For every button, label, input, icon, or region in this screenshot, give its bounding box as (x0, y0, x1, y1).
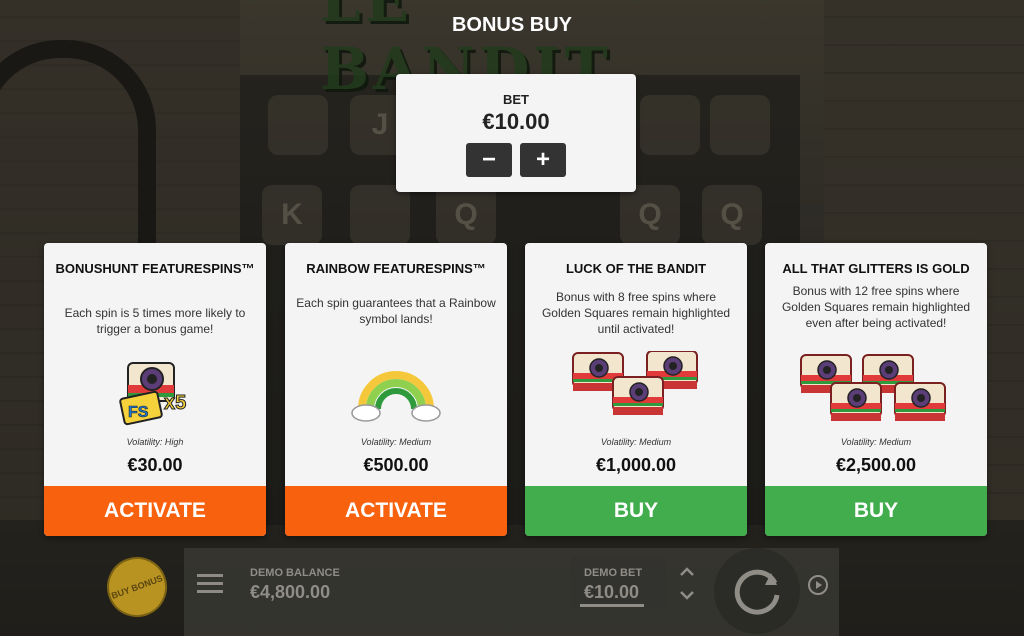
demo-bet-value: €10.00 (584, 582, 640, 602)
card-price: €30.00 (127, 455, 183, 475)
card-image-fs-text: FS (128, 404, 149, 421)
bet-increase-button[interactable]: + (520, 143, 566, 177)
bonus-card-luck-of-the-bandit: LUCK OF THE BANDIT Bonus with 8 free spi… (525, 243, 747, 536)
card-title: LUCK OF THE BANDIT (565, 261, 707, 276)
card-price: €2,500.00 (835, 455, 917, 475)
activate-button[interactable]: ACTIVATE (285, 486, 507, 536)
camera-fs-x5-icon: FS x5 (44, 351, 266, 431)
card-price: €500.00 (363, 455, 429, 475)
card-description: Bonus with 12 free spins where Golden Sq… (781, 284, 971, 330)
card-title: ALL THAT GLITTERS IS GOLD (782, 261, 970, 276)
card-description: Each spin is 5 times more likely to trig… (64, 306, 246, 336)
bonus-card-rainbow: RAINBOW FEATURESPINS™ Each spin guarante… (285, 243, 507, 536)
card-price: €1,000.00 (595, 455, 677, 475)
bet-down-chevron-icon[interactable] (678, 586, 696, 604)
bet-value: €10.00 (482, 109, 550, 134)
demo-bet-label: DEMO BET (584, 567, 643, 579)
card-image-mult-text: x5 (164, 392, 186, 414)
spin-icon (734, 569, 780, 615)
buy-button[interactable]: BUY (525, 486, 747, 536)
autoplay-icon[interactable] (806, 573, 830, 597)
rainbow-icon (285, 351, 507, 431)
spin-button[interactable] (714, 548, 800, 634)
bet-panel: BET €10.00 − + (396, 74, 636, 192)
demo-balance-label: DEMO BALANCE (250, 567, 340, 579)
bonus-card-all-that-glitters: ALL THAT GLITTERS IS GOLD Bonus with 12 … (765, 243, 987, 536)
card-description: Bonus with 8 free spins where Golden Squ… (541, 290, 731, 336)
bonus-card-bonushunt: BONUSHUNT FEATURESPINS™ Each spin is 5 t… (44, 243, 266, 536)
bet-up-chevron-icon[interactable] (678, 563, 696, 581)
activate-button[interactable]: ACTIVATE (44, 486, 266, 536)
card-title: RAINBOW FEATURESPINS™ (306, 261, 486, 276)
demo-balance-value: €4,800.00 (250, 582, 331, 602)
card-volatility: Volatility: Medium (360, 437, 432, 447)
card-volatility: Volatility: High (126, 437, 184, 447)
card-volatility: Volatility: Medium (840, 437, 912, 447)
buy-button[interactable]: BUY (765, 486, 987, 536)
menu-icon[interactable] (197, 574, 223, 594)
card-title: BONUSHUNT FEATURESPINS™ (55, 261, 255, 276)
card-description: Each spin guarantees that a Rainbow symb… (296, 296, 496, 326)
demo-bet-underline (580, 604, 644, 607)
bet-decrease-button[interactable]: − (466, 143, 512, 177)
bet-label: BET (503, 92, 529, 107)
four-cameras-icon (765, 351, 987, 431)
three-cameras-icon (525, 350, 747, 431)
card-volatility: Volatility: Medium (600, 437, 672, 447)
bonus-buy-title: BONUS BUY (451, 14, 572, 36)
